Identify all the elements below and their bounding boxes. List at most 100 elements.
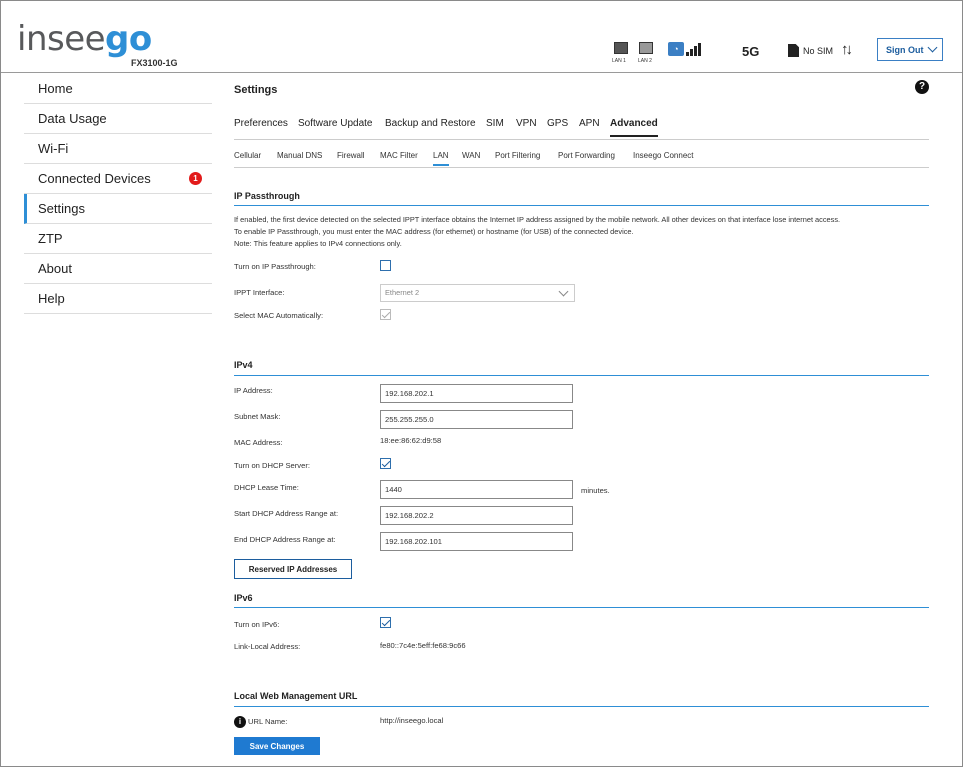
dhcp-end-label: End DHCP Address Range at: bbox=[234, 535, 336, 544]
sidebar-item-home[interactable]: Home bbox=[24, 74, 212, 104]
device-model: FX3100-1G bbox=[131, 58, 178, 68]
sidebar-item-label: Data Usage bbox=[38, 111, 107, 126]
ipv6-toggle-label: Turn on IPv6: bbox=[234, 620, 280, 629]
subtab-port-forwarding[interactable]: Port Forwarding bbox=[558, 151, 615, 160]
link-local-value: fe80::7c4e:5eff:fe68:9c66 bbox=[380, 641, 466, 650]
ippt-interface-label: IPPT Interface: bbox=[234, 288, 285, 297]
ippt-interface-select[interactable]: Ethernet 2 bbox=[380, 284, 575, 302]
subtab-wan[interactable]: WAN bbox=[462, 151, 480, 160]
subtab-inseego-connect[interactable]: Inseego Connect bbox=[633, 151, 694, 160]
description-line: If enabled, the first device detected on… bbox=[234, 215, 841, 224]
tab-preferences[interactable]: Preferences bbox=[234, 118, 288, 129]
sidebar-item-label: Settings bbox=[38, 201, 85, 216]
subtab-lan[interactable]: LAN bbox=[433, 151, 449, 166]
sidebar-item-label: Home bbox=[38, 81, 73, 96]
subtab-port-filtering[interactable]: Port Filtering bbox=[495, 151, 540, 160]
dhcp-server-label: Turn on DHCP Server: bbox=[234, 461, 310, 470]
description-line: To enable IP Passthrough, you must enter… bbox=[234, 227, 634, 236]
sidebar-item-about[interactable]: About bbox=[24, 254, 212, 284]
sidebar-item-ztp[interactable]: ZTP bbox=[24, 224, 212, 254]
tab-apn[interactable]: APN bbox=[579, 118, 600, 129]
sidebar-item-connected-devices[interactable]: Connected Devices 1 bbox=[24, 164, 212, 194]
mac-address-label: MAC Address: bbox=[234, 438, 283, 447]
lan1-label: LAN 1 bbox=[612, 58, 626, 64]
dhcp-server-checkbox[interactable] bbox=[380, 458, 391, 469]
ipv4-title: IPv4 bbox=[234, 360, 253, 370]
section-divider bbox=[234, 375, 929, 376]
subtab-manual-dns[interactable]: Manual DNS bbox=[277, 151, 322, 160]
section-divider bbox=[234, 205, 929, 206]
logo-main-text: insee bbox=[17, 19, 106, 59]
mac-address-value: 18:ee:86:62:d9:58 bbox=[380, 436, 442, 445]
subtab-firewall[interactable]: Firewall bbox=[337, 151, 365, 160]
subtab-cellular[interactable]: Cellular bbox=[234, 151, 261, 160]
link-local-label: Link-Local Address: bbox=[234, 642, 301, 651]
sidebar-item-settings[interactable]: Settings bbox=[24, 194, 212, 224]
sidebar-item-label: Connected Devices bbox=[38, 171, 151, 186]
dhcp-end-input[interactable] bbox=[380, 532, 573, 551]
dhcp-lease-input[interactable] bbox=[380, 480, 573, 499]
tab-advanced[interactable]: Advanced bbox=[610, 118, 658, 137]
tab-software-update[interactable]: Software Update bbox=[298, 118, 373, 129]
wifi-hotspot-icon: ◔ bbox=[668, 42, 684, 56]
web-mgmt-title: Local Web Management URL bbox=[234, 691, 358, 701]
help-icon[interactable]: ? bbox=[915, 80, 929, 94]
sidebar-item-help[interactable]: Help bbox=[24, 284, 212, 314]
section-divider bbox=[234, 706, 929, 707]
signal-strength-icon bbox=[686, 42, 704, 56]
section-divider bbox=[234, 607, 929, 608]
dhcp-lease-label: DHCP Lease Time: bbox=[234, 483, 299, 492]
tab-vpn[interactable]: VPN bbox=[516, 118, 537, 129]
lan1-icon bbox=[614, 42, 628, 54]
subtab-mac-filter[interactable]: MAC Filter bbox=[380, 151, 418, 160]
ip-passthrough-checkbox[interactable] bbox=[380, 260, 391, 271]
mac-auto-label: Select MAC Automatically: bbox=[234, 311, 324, 320]
logo-accent-text: go bbox=[105, 19, 152, 59]
sidebar-item-label: ZTP bbox=[38, 231, 63, 246]
url-name-value: http://inseego.local bbox=[380, 716, 444, 725]
dhcp-start-input[interactable] bbox=[380, 506, 573, 525]
page-title: Settings bbox=[234, 84, 278, 96]
subnet-mask-input[interactable] bbox=[380, 410, 573, 429]
sim-status: No SIM bbox=[803, 46, 834, 56]
secondary-tabs: Cellular Manual DNS Firewall MAC Filter … bbox=[234, 150, 929, 168]
top-header: inseego FX3100-1G LAN 1 LAN 2 ◔ 5G No SI… bbox=[1, 1, 962, 73]
ip-passthrough-title: IP Passthrough bbox=[234, 191, 300, 201]
tab-gps[interactable]: GPS bbox=[547, 118, 568, 129]
sidebar-item-wifi[interactable]: Wi-Fi bbox=[24, 134, 212, 164]
notification-badge: 1 bbox=[189, 172, 202, 185]
dhcp-start-label: Start DHCP Address Range at: bbox=[234, 509, 339, 518]
ip-passthrough-description: If enabled, the first device detected on… bbox=[234, 214, 929, 250]
lan2-icon bbox=[639, 42, 653, 54]
reserved-ip-addresses-button[interactable]: Reserved IP Addresses bbox=[234, 559, 352, 579]
sim-card-icon bbox=[788, 44, 799, 57]
ipv6-title: IPv6 bbox=[234, 593, 253, 603]
sidebar-item-label: Wi-Fi bbox=[38, 141, 69, 156]
sign-out-button[interactable]: Sign Out bbox=[877, 38, 943, 61]
dhcp-lease-unit: minutes. bbox=[581, 486, 610, 495]
data-transfer-icon: ↑↓ bbox=[841, 41, 853, 58]
info-icon[interactable]: i bbox=[234, 716, 246, 728]
description-line: Note: This feature applies to IPv4 conne… bbox=[234, 239, 402, 248]
tab-backup-restore[interactable]: Backup and Restore bbox=[385, 118, 476, 129]
network-type: 5G bbox=[742, 44, 760, 59]
inseego-logo: inseego bbox=[17, 19, 152, 59]
ippt-interface-value: Ethernet 2 bbox=[385, 288, 420, 297]
chevron-down-icon bbox=[558, 286, 569, 297]
sign-out-label: Sign Out bbox=[886, 44, 924, 55]
sidebar-item-label: Help bbox=[38, 291, 65, 306]
ip-address-input[interactable] bbox=[380, 384, 573, 403]
sidebar-nav: Home Data Usage Wi-Fi Connected Devices 1… bbox=[24, 74, 212, 314]
sidebar-item-label: About bbox=[38, 261, 72, 276]
save-changes-button[interactable]: Save Changes bbox=[234, 737, 320, 755]
lan2-label: LAN 2 bbox=[638, 58, 652, 64]
primary-tabs: Preferences Software Update Backup and R… bbox=[234, 118, 929, 140]
tab-sim[interactable]: SIM bbox=[486, 118, 504, 129]
subnet-mask-label: Subnet Mask: bbox=[234, 412, 281, 421]
ip-passthrough-toggle-label: Turn on IP Passthrough: bbox=[234, 262, 316, 271]
ipv6-checkbox[interactable] bbox=[380, 617, 391, 628]
sidebar-item-data-usage[interactable]: Data Usage bbox=[24, 104, 212, 134]
chevron-down-icon bbox=[927, 42, 938, 53]
ip-address-label: IP Address: bbox=[234, 386, 273, 395]
mac-auto-checkbox[interactable] bbox=[380, 309, 391, 320]
